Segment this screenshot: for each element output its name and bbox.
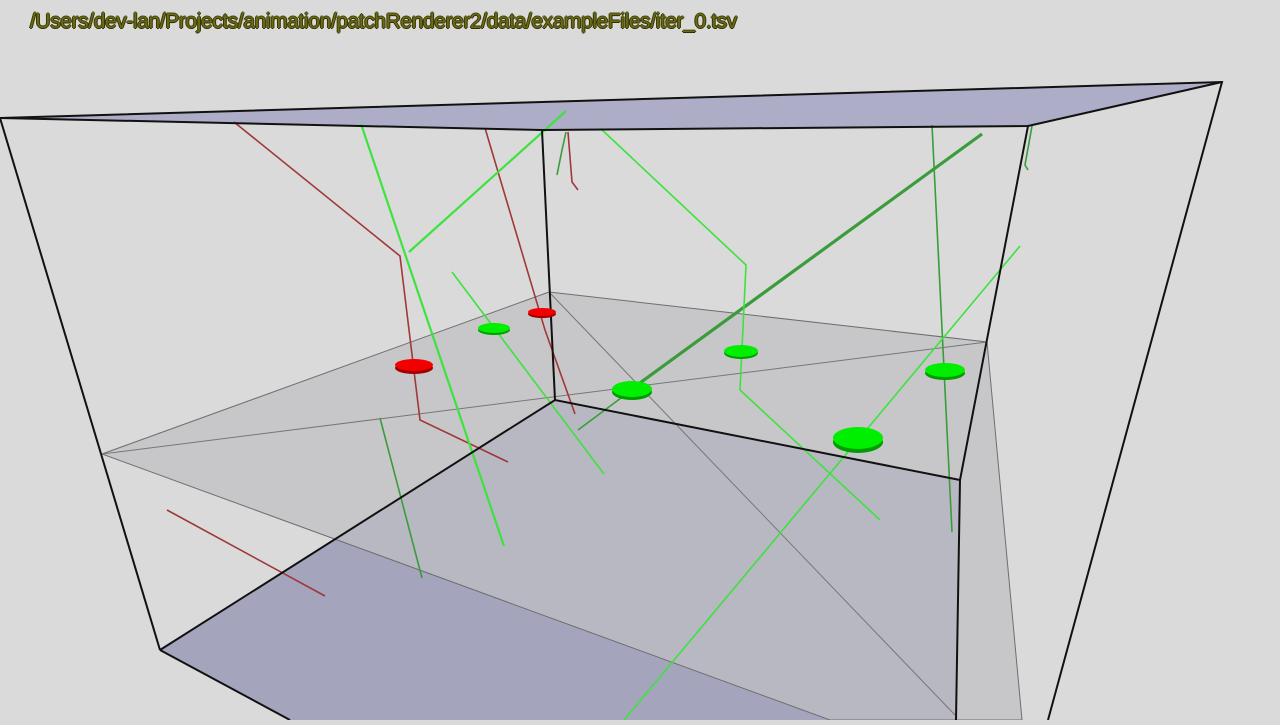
patch-disc xyxy=(833,427,883,453)
3d-viewport[interactable]: /Users/dev-lan/Projects/animation/patchR… xyxy=(0,0,1280,721)
patch-disc xyxy=(395,359,433,374)
track-line xyxy=(567,131,579,191)
patch-disc xyxy=(724,345,758,359)
track-line xyxy=(556,131,567,176)
patch-disc xyxy=(478,323,510,335)
box-edge xyxy=(0,117,161,651)
file-path-title: /Users/dev-lan/Projects/animation/patchR… xyxy=(30,10,737,33)
patch-disc xyxy=(528,308,556,318)
scene-canvas[interactable] xyxy=(0,0,1280,721)
patch-disc xyxy=(925,363,965,380)
patch-disc xyxy=(612,381,652,400)
